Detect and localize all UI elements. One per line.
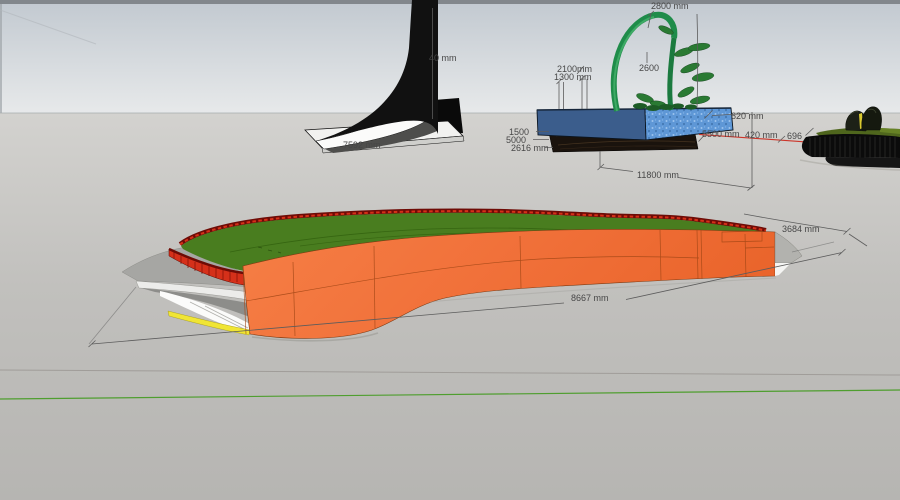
- dim-label-sculpture-height[interactable]: 2800 mm: [651, 1, 689, 11]
- dim-label-box-length[interactable]: 5500 mm: [702, 129, 740, 139]
- scene-canvas[interactable]: [0, 0, 900, 500]
- dim-label-box-height[interactable]: 620 mm: [731, 111, 764, 121]
- dim-label-base-c[interactable]: 2616 mm: [511, 143, 549, 153]
- dim-label-planter-b[interactable]: 1300 mm: [554, 72, 592, 82]
- dim-label-box-offset[interactable]: 420 mm: [745, 130, 778, 140]
- dim-label-platform-width[interactable]: 3684 mm: [782, 224, 820, 234]
- dim-label-edge-offset[interactable]: 696: [787, 131, 802, 141]
- dim-label-site-length[interactable]: 11800 mm: [637, 170, 679, 180]
- dim-label-arch-width[interactable]: 2600: [639, 63, 659, 73]
- dim-label-ramp-length[interactable]: 7592 mm: [343, 140, 381, 150]
- model-viewport[interactable]: 2800 mm 2100mm 1300 mm 2600 40 mm 7592 m…: [0, 0, 900, 500]
- ground: [0, 113, 900, 500]
- dim-label-spire-width[interactable]: 40 mm: [429, 53, 457, 63]
- dim-label-platform-length[interactable]: 8667 mm: [571, 293, 609, 303]
